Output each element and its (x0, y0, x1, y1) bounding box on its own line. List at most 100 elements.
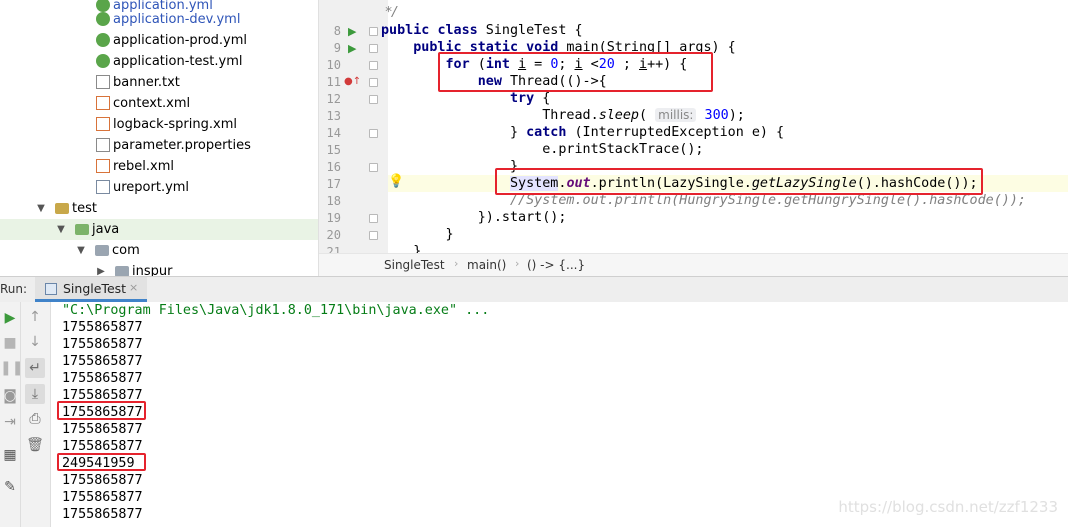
console-command-line: "C:\Program Files\Java\jdk1.8.0_171\bin\… (62, 303, 490, 318)
annotation-box-println (495, 168, 983, 195)
tree-item-label: logback-spring.xml (113, 117, 237, 132)
console-output-line: 1755865877 (62, 371, 143, 386)
code-line-21: } (413, 244, 422, 253)
source-folder-file-icon (75, 224, 89, 235)
package-file-icon (95, 245, 109, 256)
tree-item[interactable]: context.xml (0, 93, 318, 114)
pause-icon[interactable]: ❚❚ (0, 358, 23, 378)
breadcrumb-method[interactable]: main() (467, 258, 506, 272)
layout-icon[interactable]: ▦ (0, 445, 20, 465)
tree-item[interactable]: parameter.properties (0, 135, 318, 156)
code-editor[interactable]: 8 9 10 11 12 13 14 15 16 17 18 19 20 21 */ public cla… (319, 0, 1068, 253)
up-arrow-icon[interactable]: ↑ (25, 307, 45, 327)
exit-icon[interactable]: ⇥ (0, 412, 20, 432)
run-tool-window-header: Run: SingleTest × (0, 276, 1068, 303)
tree-item[interactable]: ureport.yml (0, 177, 318, 198)
breadcrumb-separator: › (454, 257, 459, 270)
run-main-icon[interactable]: ▶ (348, 40, 356, 57)
tree-item-label: application-test.yml (113, 54, 243, 69)
line-number: 18 (326, 194, 341, 208)
tree-item[interactable]: ▼ com (0, 240, 318, 261)
fold-marker[interactable] (369, 129, 378, 138)
chevron-down-icon[interactable]: ▼ (55, 219, 67, 240)
tree-item[interactable]: application-prod.yml (0, 30, 318, 51)
pin-icon[interactable]: ✎ (0, 477, 20, 497)
fold-marker[interactable] (369, 27, 378, 36)
scroll-to-end-icon[interactable]: ⤓ (25, 384, 45, 404)
tree-item-label: java (92, 222, 120, 237)
annotation-box-loop (438, 52, 713, 92)
line-number: 11 (326, 75, 341, 89)
run-label: Run: (0, 282, 28, 296)
chevron-right-icon[interactable]: ▶ (95, 261, 107, 276)
console-output[interactable]: "C:\Program Files\Java\jdk1.8.0_171\bin\… (51, 302, 1068, 527)
line-number: 16 (326, 160, 341, 174)
param-hint: millis: (655, 108, 697, 122)
line-number: 12 (326, 92, 341, 106)
tree-item[interactable]: ▼ test (0, 198, 318, 219)
tree-item[interactable]: ▼ java (0, 219, 318, 240)
tree-item[interactable]: ▶ inspur (0, 261, 318, 276)
xml-file-icon (96, 96, 110, 110)
tree-item[interactable]: banner.txt (0, 72, 318, 93)
camera-icon[interactable]: ◙ (0, 386, 20, 406)
tree-item-label: application-prod.yml (113, 33, 248, 48)
xml-file-icon (96, 159, 110, 173)
tree-item[interactable]: application-dev.yml (0, 9, 318, 30)
chevron-down-icon[interactable]: ▼ (75, 240, 87, 261)
tree-item-label: test (72, 201, 97, 216)
editor-breadcrumb: SingleTest › main() › () -> {...} (319, 253, 1068, 277)
tree-item-label: ureport.yml (113, 180, 190, 195)
tab-singletest[interactable]: SingleTest × (35, 277, 147, 302)
watermark: https://blog.csdn.net/zzf1233 (838, 498, 1058, 516)
soft-wrap-icon[interactable]: ↵ (25, 358, 45, 378)
breadcrumb-class[interactable]: SingleTest (384, 258, 445, 272)
yml-file-icon (96, 33, 110, 47)
override-marker-icon[interactable]: ●↑ (344, 73, 361, 90)
annotation-box-output-b (57, 453, 146, 471)
fold-marker[interactable] (369, 163, 378, 172)
annotation-box-output-a (57, 401, 146, 420)
console-output-line: 1755865877 (62, 320, 143, 335)
rerun-icon[interactable]: ▶ (0, 308, 20, 328)
folder-file-icon (55, 203, 69, 214)
fold-marker[interactable] (369, 214, 378, 223)
chevron-down-icon[interactable]: ▼ (35, 198, 47, 219)
line-number: 8 (333, 24, 341, 38)
tree-item[interactable]: logback-spring.xml (0, 114, 318, 135)
fold-marker[interactable] (369, 231, 378, 240)
stop-icon[interactable]: ■ (0, 333, 20, 353)
code-line-7: */ (381, 5, 397, 20)
breadcrumb-lambda[interactable]: () -> {...} (527, 258, 585, 272)
console-output-line: 1755865877 (62, 422, 143, 437)
yml-file-icon (96, 54, 110, 68)
fold-marker[interactable] (369, 61, 378, 70)
fold-marker[interactable] (369, 44, 378, 53)
run-tab-label: SingleTest (63, 281, 127, 296)
tree-item-label: context.xml (113, 96, 191, 111)
tree-item[interactable]: application-test.yml (0, 51, 318, 72)
line-number: 14 (326, 126, 341, 140)
print-icon[interactable]: ⎙ (25, 409, 45, 429)
project-tree: application.yml application-dev.yml applic… (0, 0, 318, 276)
code-line-14: } catch (InterruptedException e) { (510, 125, 785, 140)
console-output-line: 1755865877 (62, 473, 143, 488)
fold-marker[interactable] (369, 78, 378, 87)
trash-icon[interactable]: 🗑 (25, 435, 45, 455)
lightbulb-icon[interactable]: 💡 (388, 173, 404, 190)
run-class-icon[interactable]: ▶ (348, 23, 356, 40)
close-tab-button[interactable]: × (129, 281, 138, 294)
package-file-icon (115, 266, 129, 276)
run-toolbar-secondary: ↑ ↓ ↵ ⤓ ⎙ 🗑 (21, 302, 51, 527)
fold-marker[interactable] (369, 95, 378, 104)
down-arrow-icon[interactable]: ↓ (25, 332, 45, 352)
tree-item[interactable]: rebel.xml (0, 156, 318, 177)
tree-item-label: rebel.xml (113, 159, 175, 174)
code-line-8: public class SingleTest { (381, 23, 583, 38)
line-number: 9 (333, 41, 341, 55)
txt-file-icon (96, 75, 110, 89)
code-line-13: Thread.sleep( millis: 300); (542, 108, 745, 123)
line-number: 17 (326, 177, 341, 191)
line-number: 13 (326, 109, 341, 123)
tree-item-label: application-dev.yml (113, 12, 241, 27)
